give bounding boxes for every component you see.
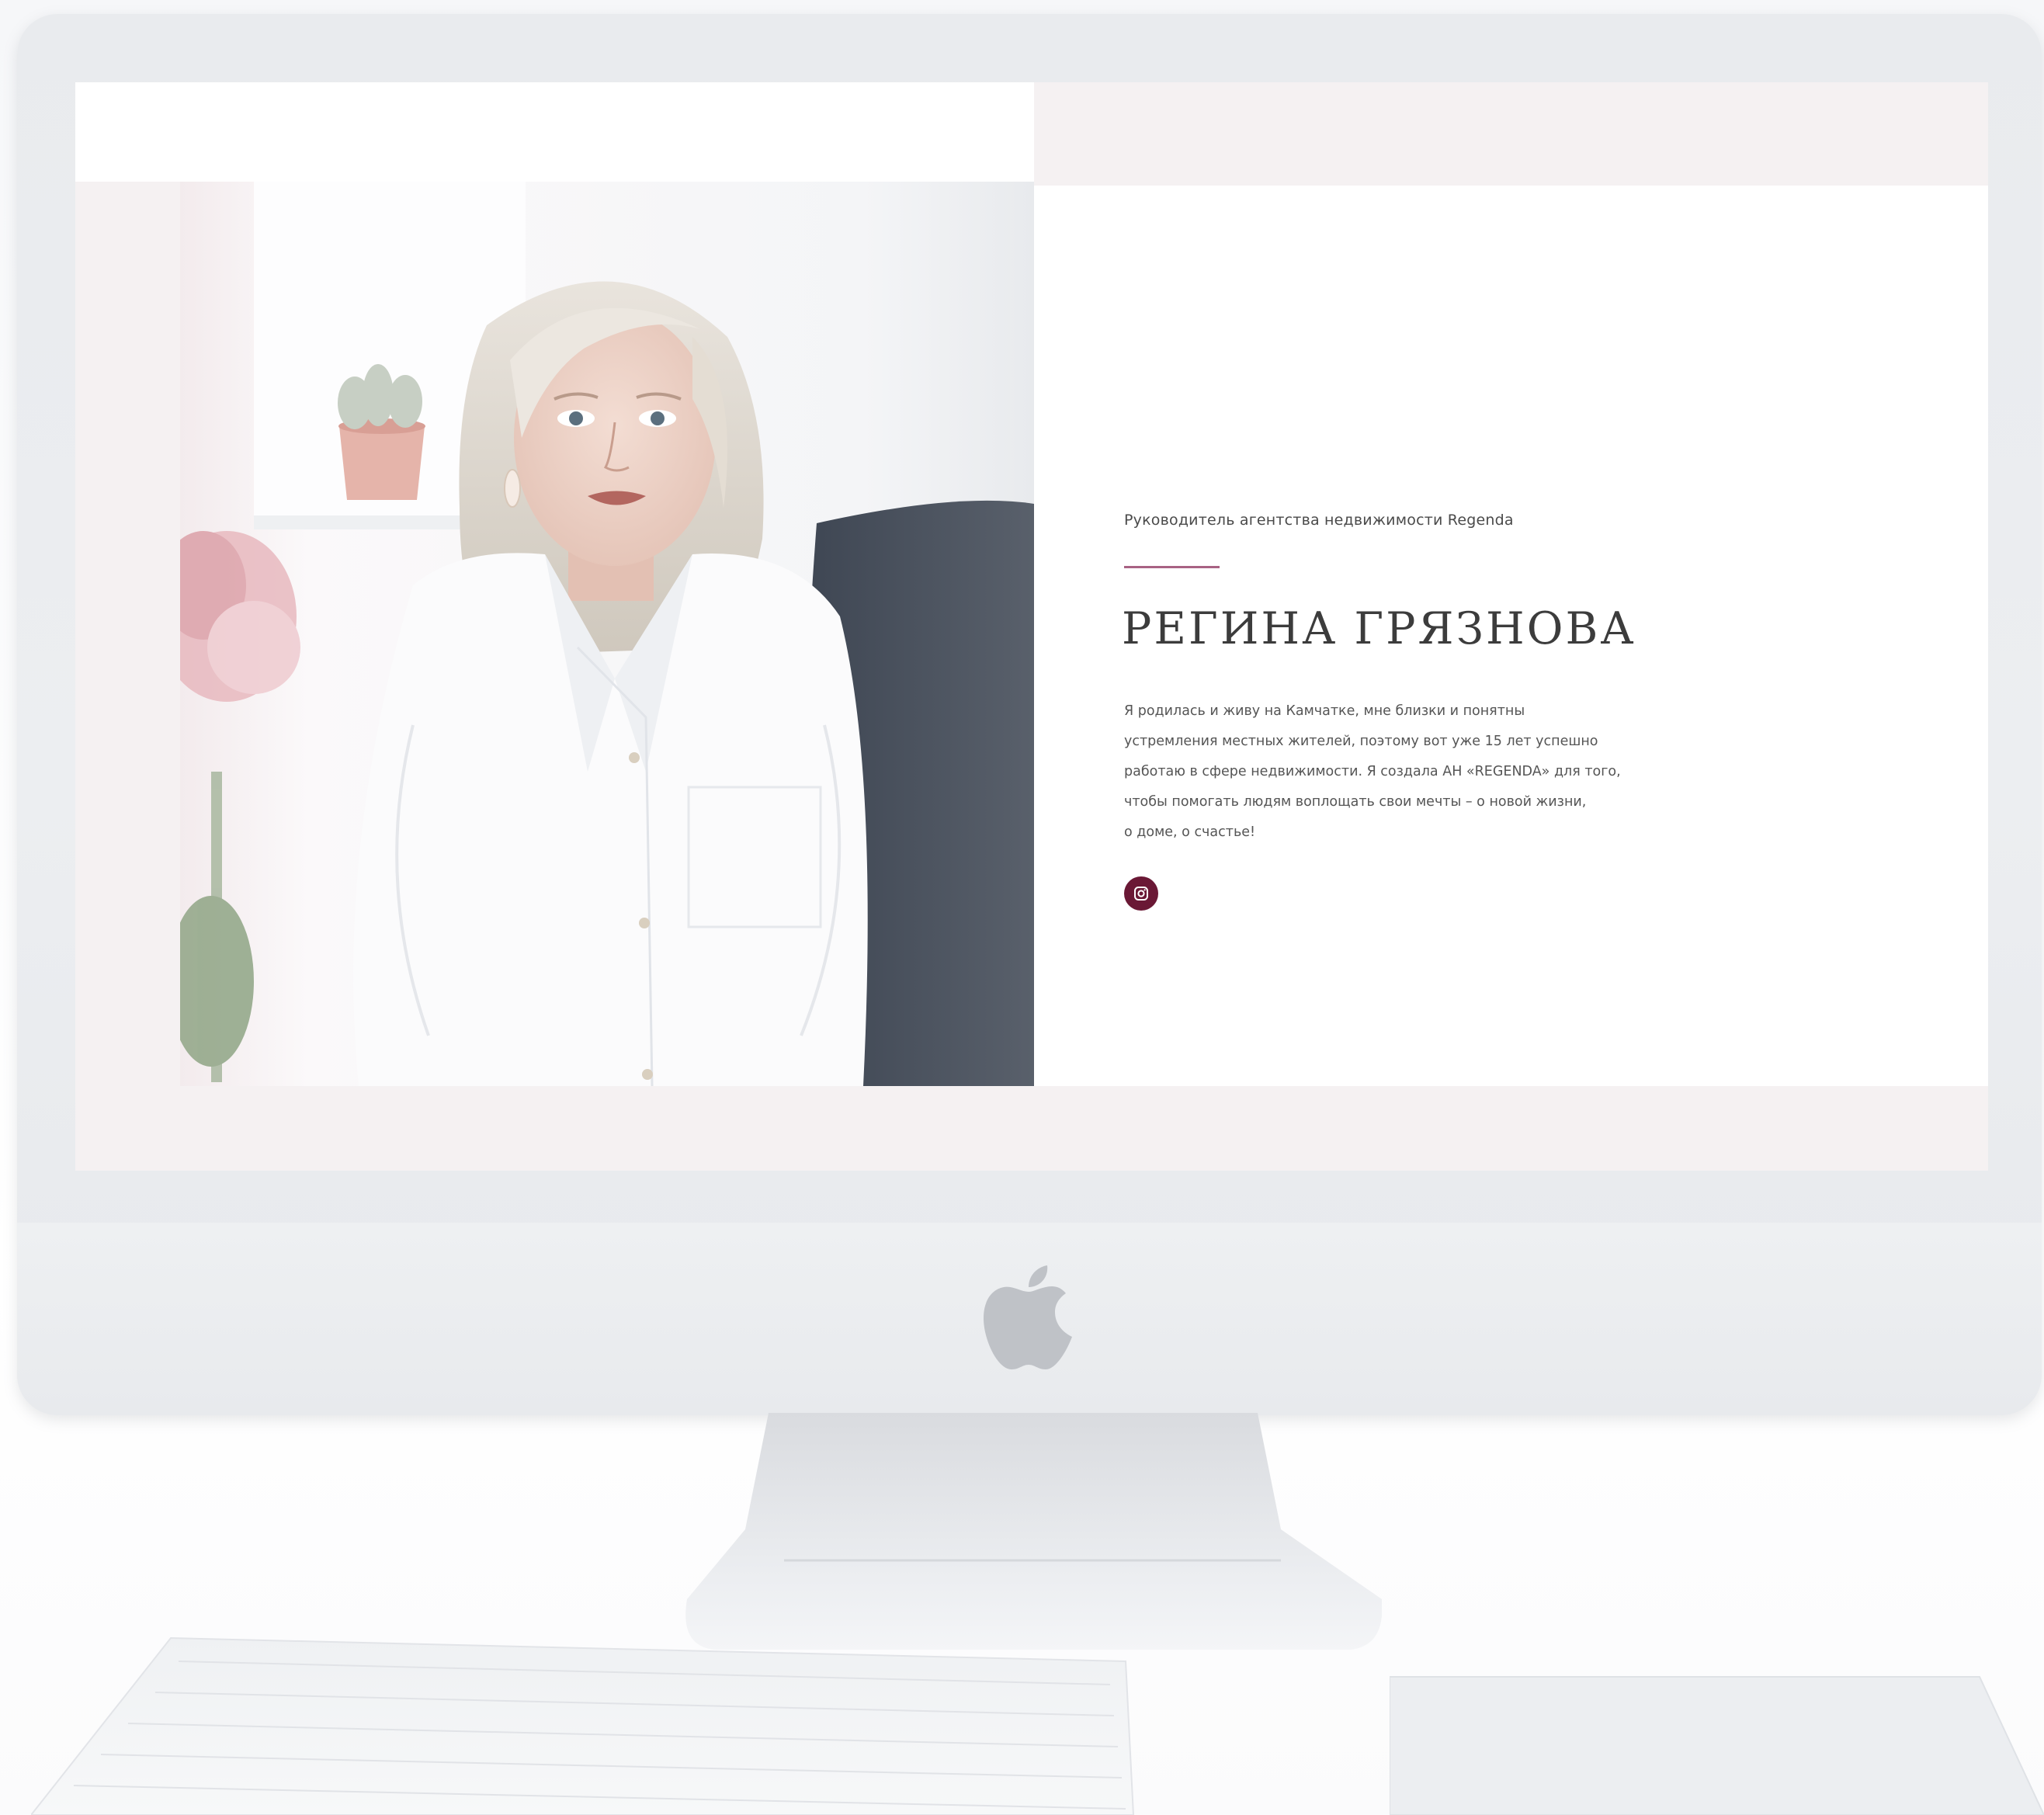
bio-line: устремления местных жителей, поэтому вот… [1124,734,1598,749]
apple-logo-icon [984,1265,1072,1369]
instagram-button[interactable] [1124,876,1158,911]
imac-stand [685,1413,1382,1650]
portrait-photo [180,182,1034,1086]
instagram-icon [1134,887,1148,901]
screen-top-white-block [75,82,1034,182]
about-section: Руководитель агентства недвижимости Rege… [1034,186,1988,1086]
bio-line: Я родилась и живу на Камчатке, мне близк… [1124,703,1525,719]
bio-line: о доме, о счастье! [1124,824,1256,840]
keyboard [31,1636,1135,1815]
profile-name: РЕГИНА ГРЯЗНОВА [1122,603,1636,654]
trackpad [1390,1676,2044,1815]
bio-line: чтобы помогать людям воплощать свои мечт… [1124,794,1587,810]
portrait-illustration [180,182,1034,1086]
profile-subtitle: Руководитель агентства недвижимости Rege… [1124,512,1514,529]
accent-divider [1124,566,1220,568]
profile-bio: Я родилась и живу на Камчатке, мне близк… [1124,696,1714,848]
bio-line: работаю в сфере недвижимости. Я создала … [1124,764,1621,779]
monitor-screen: Руководитель агентства недвижимости Rege… [75,82,1988,1171]
